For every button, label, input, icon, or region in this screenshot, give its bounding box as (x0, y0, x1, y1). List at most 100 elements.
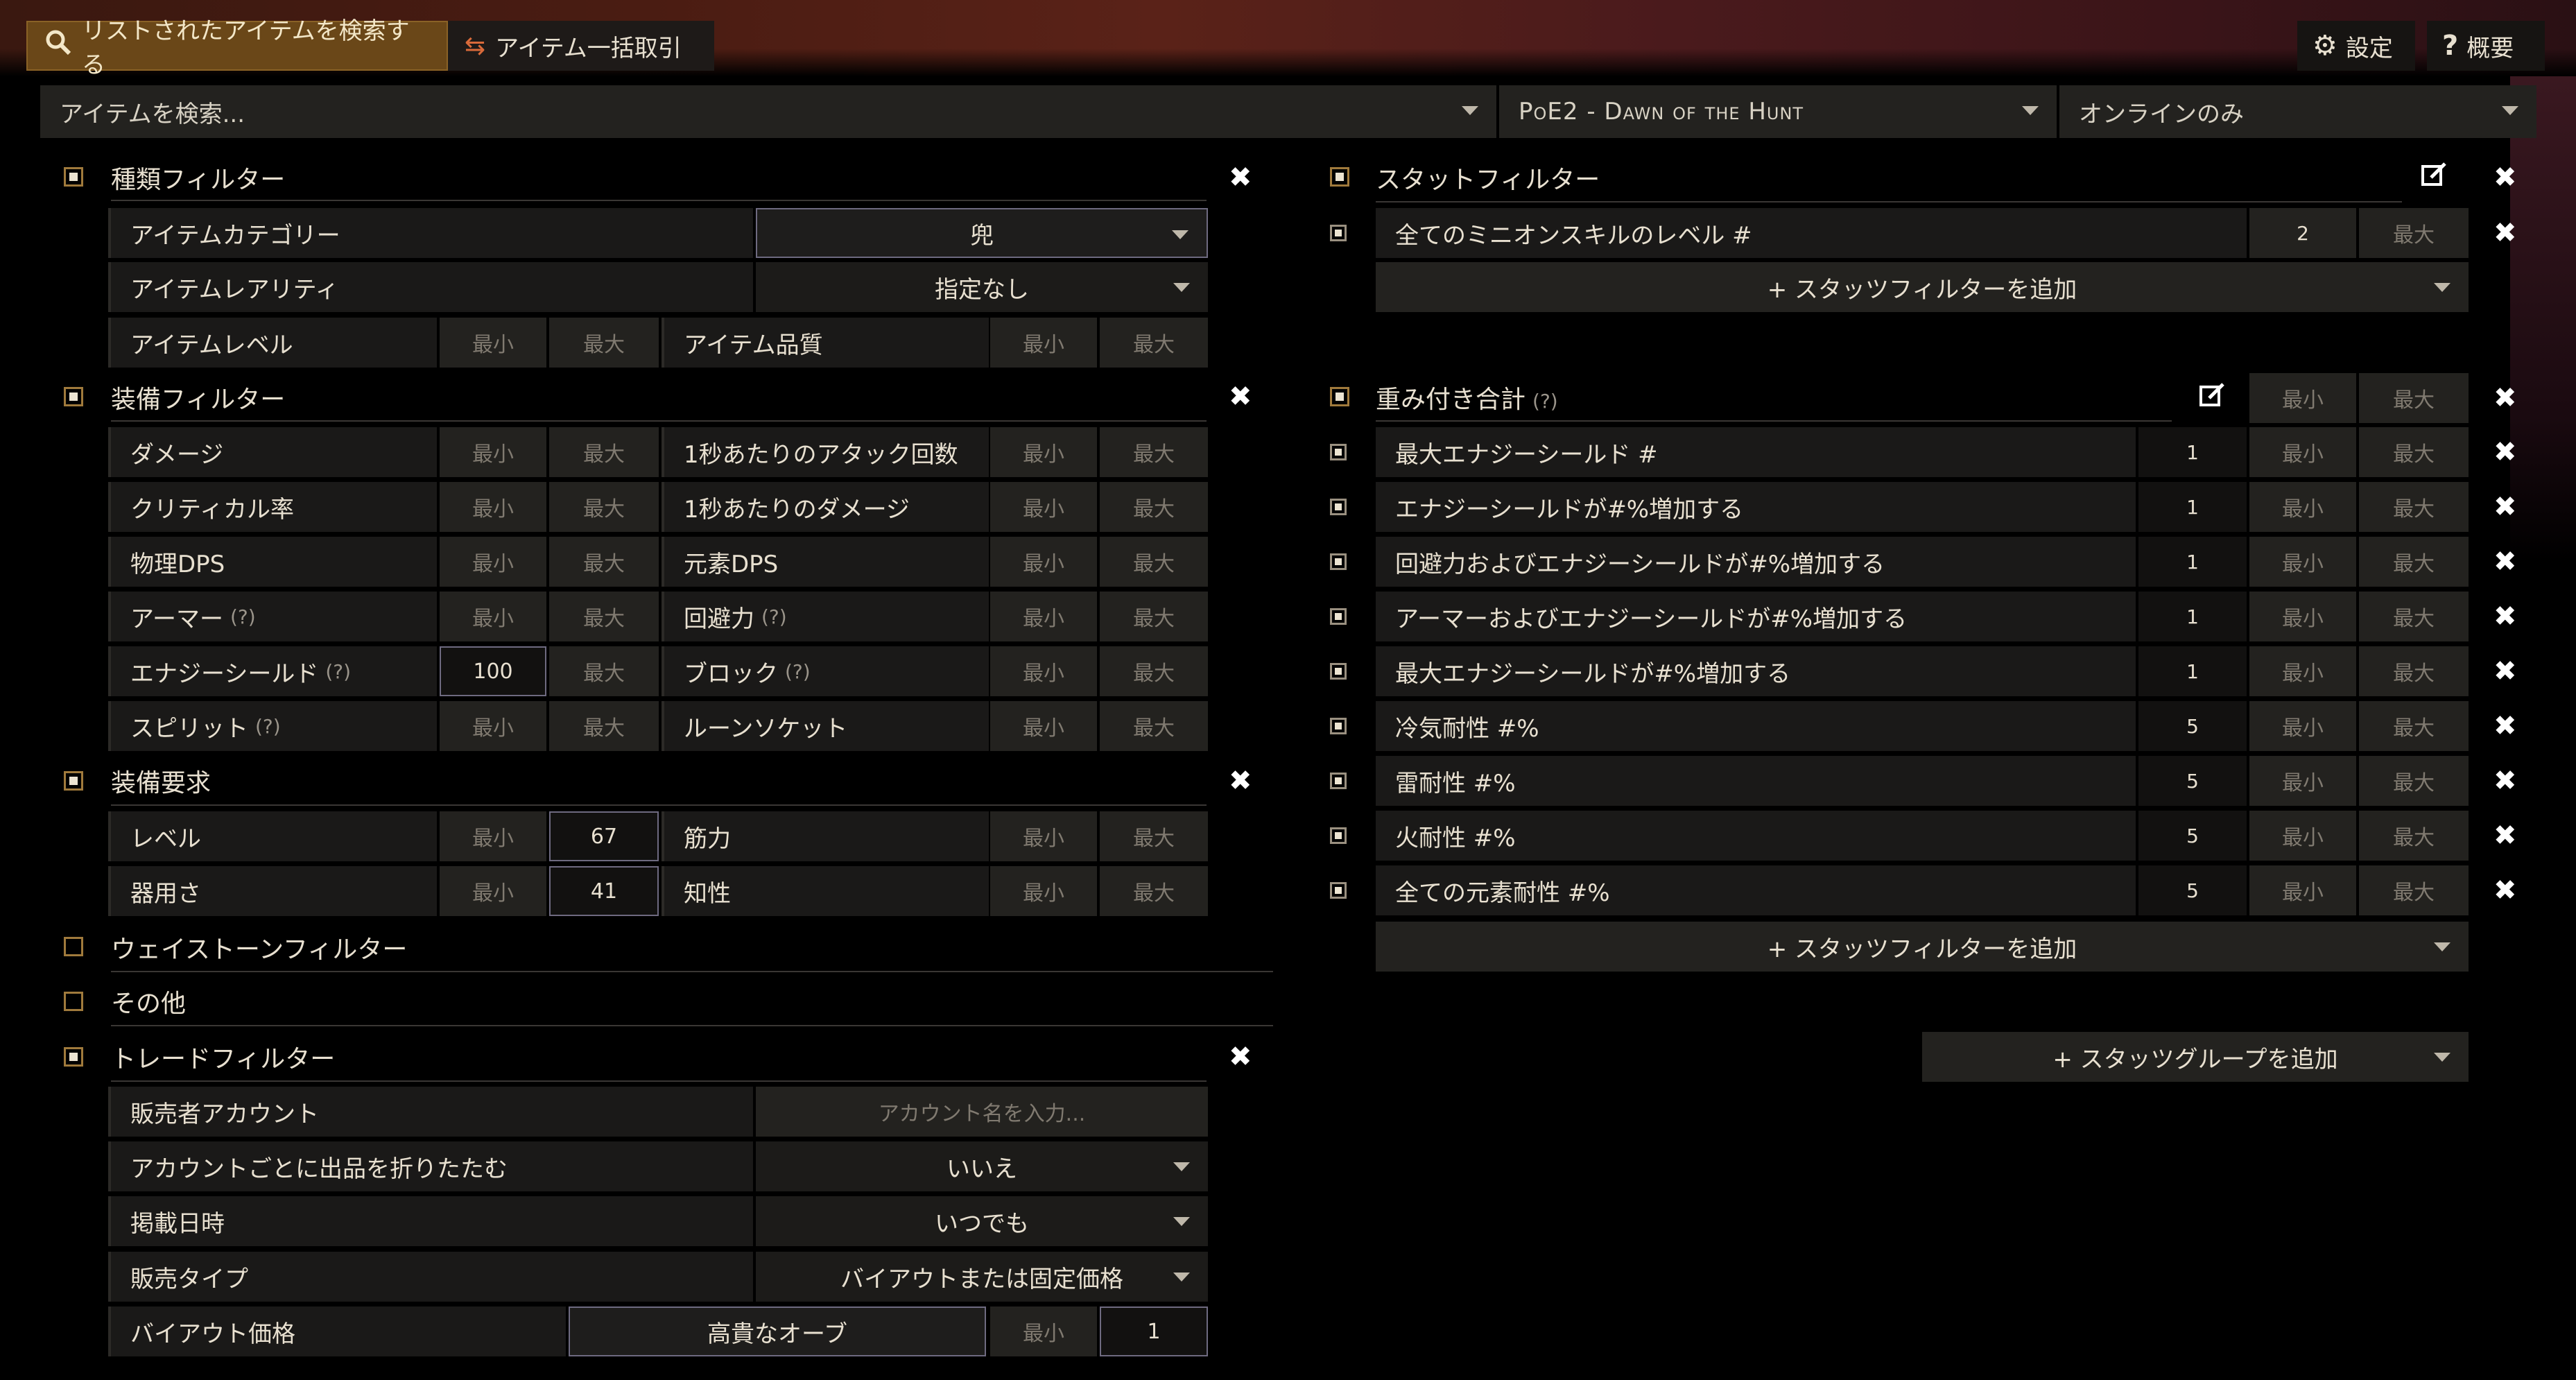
type-filter-toggle[interactable] (64, 167, 83, 187)
equip-min-left[interactable]: 最小 (440, 427, 546, 477)
weighted-row-toggle[interactable] (1330, 553, 1347, 570)
about-button[interactable]: ? 概要 (2427, 21, 2545, 71)
weighted-row-weight[interactable]: 1 (2138, 592, 2247, 641)
help-mark[interactable]: (?) (255, 715, 281, 738)
tab-bulk-exchange[interactable]: ⇆ アイテム一括取引 (448, 21, 714, 71)
equip-min-right[interactable]: 最小 (990, 592, 1097, 641)
online-status-select[interactable]: オンラインのみ (2059, 85, 2536, 138)
stat-row-max[interactable]: 最大 (2359, 208, 2469, 258)
equip-max-left[interactable]: 最大 (549, 646, 659, 696)
equip-min-right[interactable]: 最小 (990, 537, 1097, 587)
stat-filter-close-icon[interactable]: ✖ (2493, 164, 2517, 191)
trade-filter-close-icon[interactable]: ✖ (1229, 1043, 1252, 1071)
weighted-sum-max[interactable]: 最大 (2359, 373, 2469, 423)
weighted-row-toggle[interactable] (1330, 882, 1347, 899)
equip-min-right[interactable]: 最小 (990, 482, 1097, 532)
req-level-max[interactable]: 67 (549, 811, 659, 861)
buyout-currency-select[interactable]: 高貴なオーブ (569, 1306, 986, 1356)
stat-row-remove-icon[interactable]: ✖ (2493, 219, 2517, 247)
weighted-row-max[interactable]: 最大 (2359, 537, 2469, 587)
req-dex-max[interactable]: 41 (549, 866, 659, 916)
weighted-row-max[interactable]: 最大 (2359, 811, 2469, 861)
weighted-row-weight[interactable]: 1 (2138, 482, 2247, 532)
weighted-row-weight[interactable]: 5 (2138, 865, 2247, 915)
item-rarity-select[interactable]: 指定なし (756, 262, 1208, 312)
stat-row-toggle[interactable] (1330, 225, 1347, 241)
weighted-row-max[interactable]: 最大 (2359, 756, 2469, 806)
weighted-row-weight[interactable]: 5 (2138, 811, 2247, 861)
weighted-row-remove-icon[interactable]: ✖ (2493, 712, 2517, 740)
weighted-sum-min[interactable]: 最小 (2249, 373, 2356, 423)
requirements-toggle[interactable] (64, 771, 83, 791)
add-stat-filter-button[interactable]: + スタッツフィルターを追加 (1376, 262, 2469, 312)
collapse-listings-select[interactable]: いいえ (756, 1141, 1208, 1191)
item-quality-max[interactable]: 最大 (1100, 318, 1208, 368)
weighted-row-min[interactable]: 最小 (2249, 482, 2356, 532)
weighted-row-min[interactable]: 最小 (2249, 811, 2356, 861)
equip-min-left[interactable]: 100 (440, 646, 546, 696)
equip-min-left[interactable]: 最小 (440, 701, 546, 751)
equip-min-right[interactable]: 最小 (990, 701, 1097, 751)
weighted-row-min[interactable]: 最小 (2249, 865, 2356, 915)
req-int-min[interactable]: 最小 (990, 866, 1097, 916)
weighted-row-min[interactable]: 最小 (2249, 756, 2356, 806)
tab-search-listed[interactable]: リストされたアイテムを検索する (26, 17, 448, 79)
weighted-row-remove-icon[interactable]: ✖ (2493, 438, 2517, 466)
equip-max-left[interactable]: 最大 (549, 537, 659, 587)
weighted-row-toggle[interactable] (1330, 827, 1347, 844)
req-int-max[interactable]: 最大 (1100, 866, 1208, 916)
req-dex-min[interactable]: 最小 (440, 866, 546, 916)
add-weighted-stat-button[interactable]: + スタッツフィルターを追加 (1376, 922, 2469, 972)
weighted-row-toggle[interactable] (1330, 663, 1347, 680)
equip-max-right[interactable]: 最大 (1100, 701, 1208, 751)
weighted-row-remove-icon[interactable]: ✖ (2493, 548, 2517, 576)
equip-min-right[interactable]: 最小 (990, 646, 1097, 696)
equip-max-right[interactable]: 最大 (1100, 482, 1208, 532)
weighted-row-min[interactable]: 最小 (2249, 537, 2356, 587)
weighted-row-toggle[interactable] (1330, 718, 1347, 734)
item-level-min[interactable]: 最小 (440, 318, 546, 368)
equipment-filter-toggle[interactable] (64, 387, 83, 406)
equip-max-right[interactable]: 最大 (1100, 427, 1208, 477)
weighted-row-min[interactable]: 最小 (2249, 646, 2356, 696)
buyout-max[interactable]: 1 (1100, 1306, 1208, 1356)
equipment-filter-close-icon[interactable]: ✖ (1229, 383, 1252, 411)
equip-max-right[interactable]: 最大 (1100, 537, 1208, 587)
req-str-min[interactable]: 最小 (990, 811, 1097, 861)
stat-filter-toggle[interactable] (1330, 167, 1349, 187)
seller-account-input[interactable]: アカウント名を入力... (756, 1087, 1208, 1137)
weighted-row-max[interactable]: 最大 (2359, 865, 2469, 915)
misc-filter-toggle[interactable] (64, 992, 83, 1011)
help-mark[interactable]: (?) (230, 605, 256, 628)
weighted-row-min[interactable]: 最小 (2249, 592, 2356, 641)
equip-max-left[interactable]: 最大 (549, 701, 659, 751)
weighted-row-weight[interactable]: 1 (2138, 646, 2247, 696)
weighted-row-weight[interactable]: 5 (2138, 756, 2247, 806)
waystone-filter-toggle[interactable] (64, 937, 83, 956)
weighted-row-max[interactable]: 最大 (2359, 427, 2469, 477)
equip-max-left[interactable]: 最大 (549, 427, 659, 477)
weighted-row-toggle[interactable] (1330, 444, 1347, 460)
weighted-row-remove-icon[interactable]: ✖ (2493, 603, 2517, 630)
add-stat-group-button[interactable]: + スタッツグループを追加 (1922, 1032, 2469, 1082)
weighted-row-max[interactable]: 最大 (2359, 592, 2469, 641)
settings-button[interactable]: ⚙ 設定 (2297, 21, 2415, 71)
weighted-row-weight[interactable]: 1 (2138, 427, 2247, 477)
weighted-sum-close-icon[interactable]: ✖ (2493, 384, 2517, 412)
equip-min-left[interactable]: 最小 (440, 482, 546, 532)
listed-date-select[interactable]: いつでも (756, 1196, 1208, 1246)
req-str-max[interactable]: 最大 (1100, 811, 1208, 861)
sale-type-select[interactable]: バイアウトまたは固定価格 (756, 1252, 1208, 1302)
equip-max-right[interactable]: 最大 (1100, 592, 1208, 641)
equip-min-left[interactable]: 最小 (440, 592, 546, 641)
equip-min-left[interactable]: 最小 (440, 537, 546, 587)
help-mark[interactable]: (?) (785, 660, 811, 683)
weighted-row-remove-icon[interactable]: ✖ (2493, 767, 2517, 795)
equip-max-left[interactable]: 最大 (549, 592, 659, 641)
weighted-row-max[interactable]: 最大 (2359, 701, 2469, 751)
weighted-row-remove-icon[interactable]: ✖ (2493, 493, 2517, 521)
league-select[interactable]: PoE2 - Dawn of the Hunt (1499, 85, 2057, 138)
trade-filter-toggle[interactable] (64, 1047, 83, 1067)
equip-max-right[interactable]: 最大 (1100, 646, 1208, 696)
item-category-select[interactable]: 兜 (756, 208, 1208, 258)
